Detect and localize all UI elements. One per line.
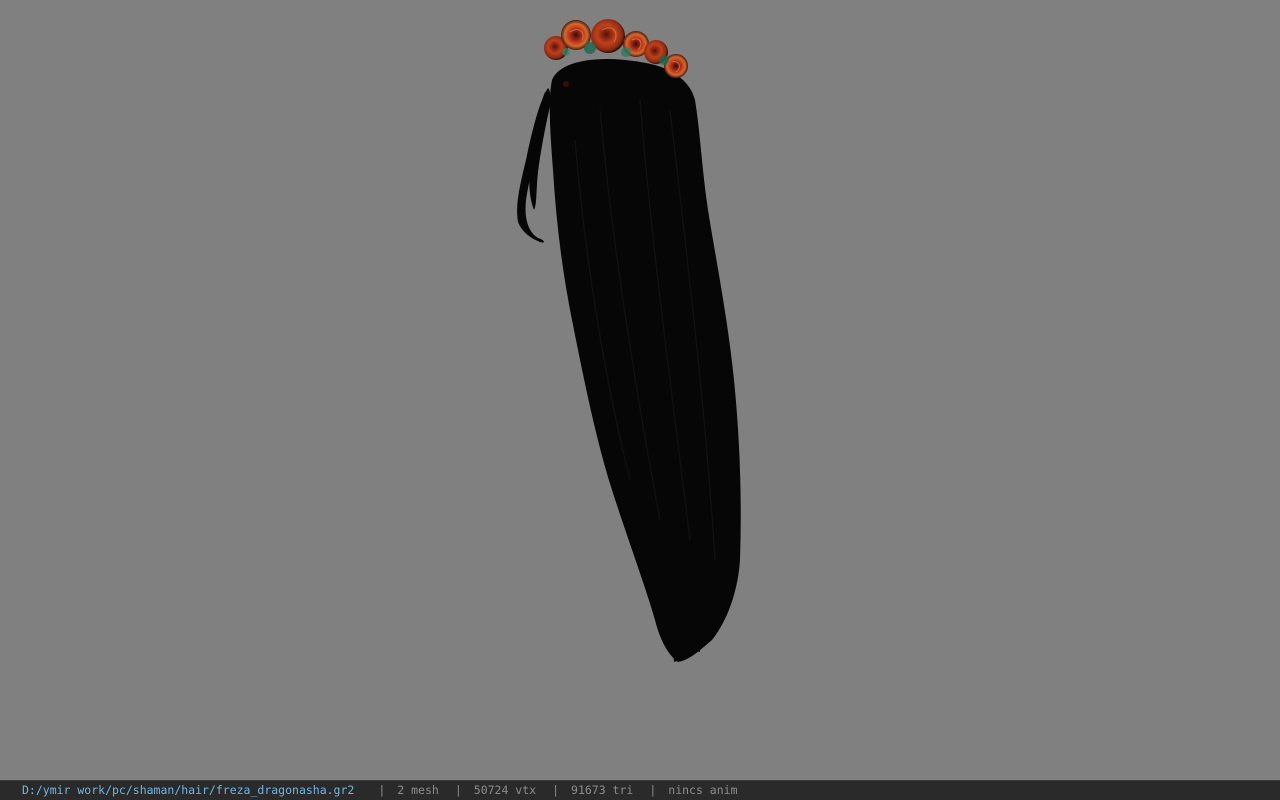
hair-mesh — [517, 59, 741, 663]
status-separator: | — [454, 783, 462, 797]
status-separator: | — [649, 783, 657, 797]
leaf-icon — [562, 48, 570, 56]
file-path-label: D:/ymir work/pc/shaman/hair/freza_dragon… — [22, 783, 355, 797]
rose-flower-icon — [591, 19, 625, 53]
status-bar: D:/ymir work/pc/shaman/hair/freza_dragon… — [0, 780, 1280, 800]
mesh-count-label: 2 mesh — [397, 783, 439, 797]
vertex-count-label: 50724 vtx — [473, 783, 537, 797]
triangle-count-label: 91673 tri — [571, 783, 634, 797]
status-separator: | — [378, 783, 386, 797]
hair-model[interactable] — [0, 0, 1280, 780]
hair-clip-icon — [563, 81, 569, 87]
3d-viewport[interactable] — [0, 0, 1280, 780]
leaf-icon — [584, 42, 596, 54]
leaf-icon — [659, 55, 669, 65]
status-separator: | — [552, 783, 560, 797]
leaf-icon — [621, 47, 631, 57]
animation-status-label: nincs anim — [668, 783, 738, 797]
